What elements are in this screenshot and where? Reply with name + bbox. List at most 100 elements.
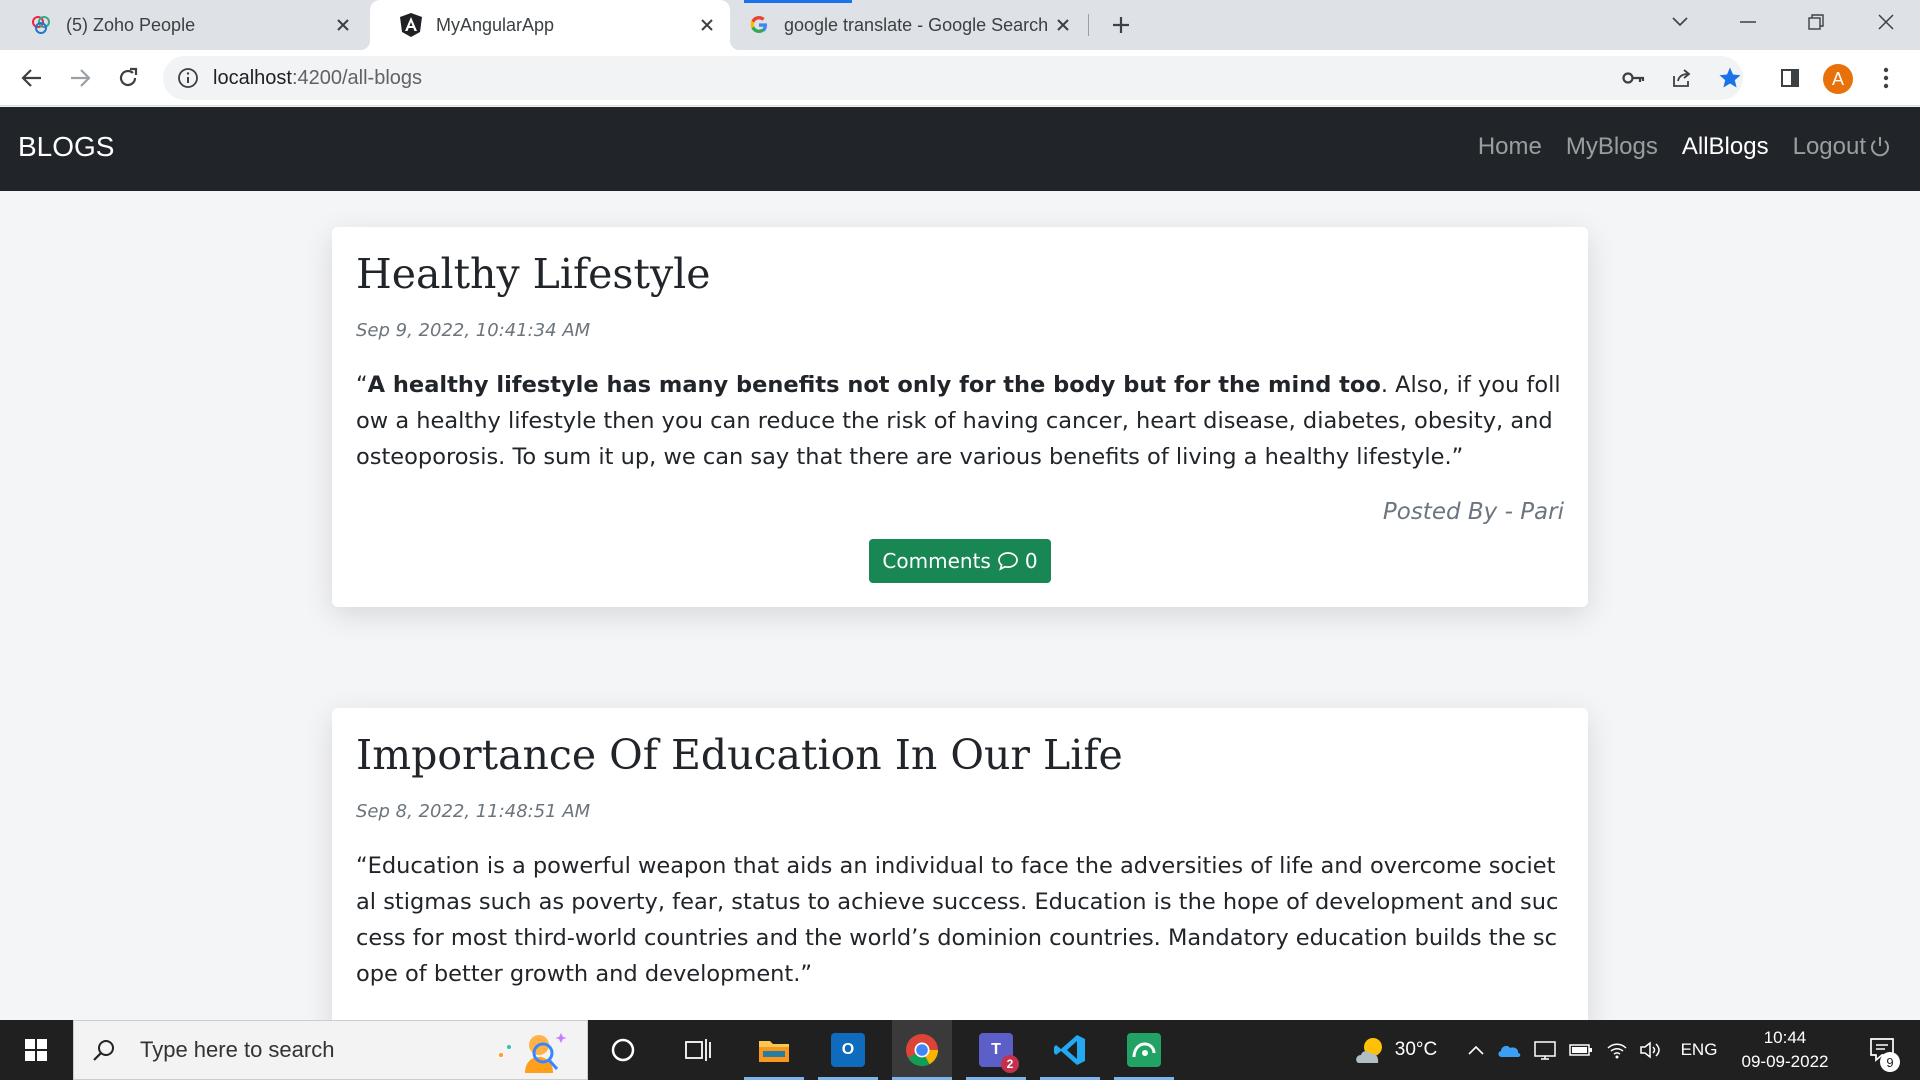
task-view-icon xyxy=(685,1039,711,1061)
screen-tray-icon[interactable] xyxy=(1530,1020,1560,1080)
notification-count: 9 xyxy=(1880,1052,1900,1072)
outlook-icon: O xyxy=(831,1033,865,1067)
taskbar-chrome[interactable] xyxy=(892,1020,952,1080)
body-open-quote: “ xyxy=(356,372,368,399)
taskbar-app[interactable] xyxy=(1114,1020,1174,1080)
wifi-tray-icon[interactable] xyxy=(1602,1020,1632,1080)
site-info-icon[interactable] xyxy=(177,67,199,89)
reload-button[interactable] xyxy=(110,60,146,96)
nav-link-logout[interactable]: Logout xyxy=(1793,133,1892,161)
address-bar[interactable]: localhost:4200/all-blogs xyxy=(163,56,1743,100)
vscode-icon xyxy=(1054,1035,1085,1065)
search-highlight-illustration-icon xyxy=(499,1033,567,1073)
navbar-brand[interactable]: BLOGS xyxy=(18,131,114,163)
power-icon xyxy=(1871,137,1889,157)
body-bold-text: A healthy lifestyle has many benefits no… xyxy=(367,372,1381,399)
url-text[interactable]: localhost:4200/all-blogs xyxy=(213,67,422,90)
tab-loading-indicator xyxy=(744,0,852,3)
task-view-button[interactable] xyxy=(670,1020,726,1080)
search-icon xyxy=(93,1040,114,1061)
app-navbar: BLOGS Home MyBlogs AllBlogs Logout xyxy=(0,107,1920,191)
browser-toolbar: localhost:4200/all-blogs A xyxy=(0,50,1920,106)
chat-bubble-icon xyxy=(997,552,1018,571)
battery-tray-icon[interactable] xyxy=(1566,1020,1596,1080)
volume-tray-icon[interactable] xyxy=(1636,1020,1666,1080)
tab-title: MyAngularApp xyxy=(436,14,555,35)
teams-badge: 2 xyxy=(1001,1055,1019,1073)
close-tab-icon[interactable] xyxy=(1048,10,1078,40)
logout-label: Logout xyxy=(1792,133,1866,160)
taskbar-outlook[interactable]: O xyxy=(818,1020,878,1080)
blog-date: Sep 9, 2022, 10:41:34 AM xyxy=(356,320,591,342)
comments-label: Comments xyxy=(882,549,991,574)
bookmark-star-icon[interactable] xyxy=(1712,60,1748,96)
language-indicator[interactable]: ENG xyxy=(1672,1020,1726,1080)
side-panel-icon[interactable] xyxy=(1772,60,1808,96)
blog-list: Healthy Lifestyle Sep 9, 2022, 10:41:34 … xyxy=(0,191,1920,1020)
blog-body: “Education is a powerful weapon that aid… xyxy=(356,853,1559,988)
taskbar-vscode[interactable] xyxy=(1040,1020,1100,1080)
show-hidden-icons-button[interactable] xyxy=(1462,1020,1490,1080)
nav-link-myblogs[interactable]: MyBlogs xyxy=(1566,133,1658,161)
tab-google-search[interactable]: google translate - Google Search xyxy=(736,0,1086,50)
tab-title: google translate - Google Search xyxy=(784,14,1048,35)
close-tab-icon[interactable] xyxy=(692,10,722,40)
blog-date: Sep 8, 2022, 11:48:51 AM xyxy=(356,801,591,823)
taskbar-clock[interactable]: 10:44 09-09-2022 xyxy=(1730,1026,1840,1074)
navbar-links: Home MyBlogs AllBlogs Logout xyxy=(1478,133,1892,161)
minimize-button[interactable] xyxy=(1720,0,1776,44)
angular-favicon-icon xyxy=(400,13,422,37)
cortana-circle-icon xyxy=(611,1038,635,1062)
tab-search-chevron-icon[interactable] xyxy=(1652,0,1708,44)
windows-taskbar: Type here to search O T2 30°C ENG 10:44 … xyxy=(0,1020,1920,1080)
tab-zoho-people[interactable]: (5) Zoho People xyxy=(0,0,366,50)
google-favicon-icon xyxy=(748,14,770,36)
profile-avatar[interactable]: A xyxy=(1823,64,1853,94)
onedrive-tray-icon[interactable] xyxy=(1494,1020,1524,1080)
blog-card: Healthy Lifestyle Sep 9, 2022, 10:41:34 … xyxy=(332,227,1588,608)
teams-icon: T2 xyxy=(979,1033,1019,1073)
language-label: ENG xyxy=(1680,1040,1718,1059)
nav-link-home[interactable]: Home xyxy=(1478,133,1542,161)
blog-author: Posted By - Pari xyxy=(1382,499,1564,526)
chrome-icon xyxy=(906,1034,939,1067)
weather-temp: 30°C xyxy=(1394,1039,1438,1060)
new-tab-button[interactable] xyxy=(1106,10,1136,40)
nav-link-allblogs[interactable]: AllBlogs xyxy=(1682,133,1769,161)
comments-button[interactable]: Comments 0 xyxy=(869,539,1051,584)
file-explorer-icon xyxy=(759,1041,789,1062)
restore-button[interactable] xyxy=(1788,0,1844,44)
close-tab-icon[interactable] xyxy=(328,10,358,40)
passwords-key-icon[interactable] xyxy=(1616,60,1652,96)
cortana-button[interactable] xyxy=(595,1020,651,1080)
start-button[interactable] xyxy=(0,1020,72,1080)
url-host: localhost xyxy=(213,67,292,89)
weather-widget[interactable]: 30°C xyxy=(1340,1020,1450,1080)
clock-time: 10:44 xyxy=(1763,1028,1807,1047)
search-placeholder: Type here to search xyxy=(140,1037,335,1062)
tab-myangularapp[interactable]: MyAngularApp xyxy=(360,0,740,50)
tab-title: (5) Zoho People xyxy=(66,14,196,35)
chevron-up-icon xyxy=(1468,1045,1484,1055)
chrome-menu-icon[interactable] xyxy=(1868,60,1904,96)
share-icon[interactable] xyxy=(1664,60,1700,96)
clock-date: 09-09-2022 xyxy=(1741,1052,1829,1071)
back-button[interactable] xyxy=(14,60,50,96)
forward-button[interactable] xyxy=(62,60,98,96)
green-app-icon xyxy=(1127,1033,1161,1067)
comments-count: 0 xyxy=(1024,549,1038,574)
taskbar-file-explorer[interactable] xyxy=(744,1020,804,1080)
browser-tabstrip: (5) Zoho People MyAngularApp google tran… xyxy=(0,0,1920,50)
tab-separator xyxy=(1088,14,1089,36)
blog-card: Importance Of Education In Our Life Sep … xyxy=(332,708,1588,1020)
blog-title: Importance Of Education In Our Life xyxy=(356,731,1123,779)
blog-title: Healthy Lifestyle xyxy=(356,250,711,298)
close-window-button[interactable] xyxy=(1858,0,1914,44)
taskbar-teams[interactable]: T2 xyxy=(966,1020,1026,1080)
windows-logo-icon xyxy=(25,1039,47,1061)
taskbar-search-box[interactable]: Type here to search xyxy=(73,1020,588,1080)
url-path: :4200/all-blogs xyxy=(291,67,423,89)
blog-body: “A healthy lifestyle has many benefits n… xyxy=(356,367,1564,475)
weather-sun-cloud-icon xyxy=(1355,1038,1382,1063)
notification-center-button[interactable]: 9 xyxy=(1852,1020,1912,1080)
